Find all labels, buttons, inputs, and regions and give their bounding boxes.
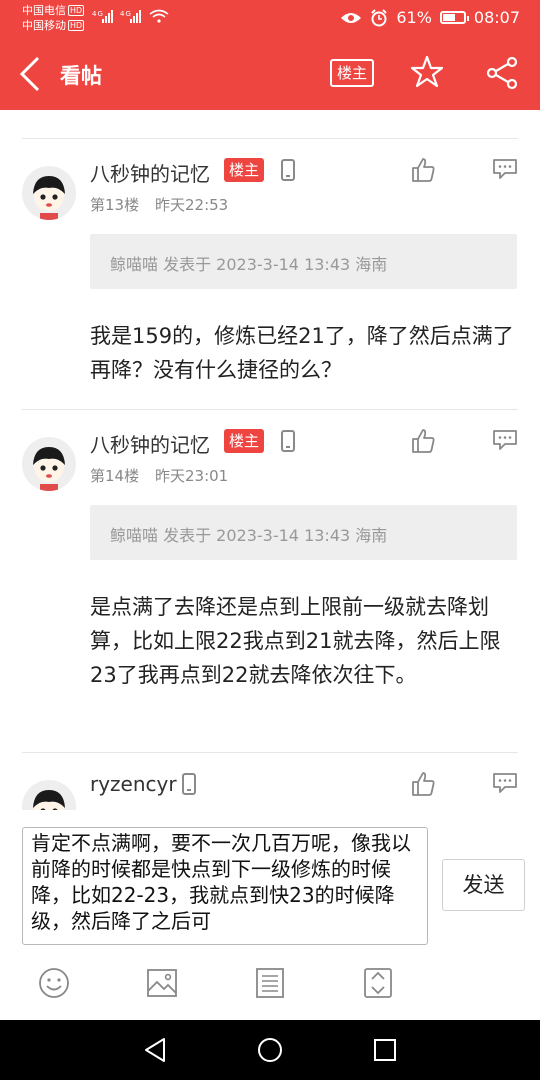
- svg-text:4G: 4G: [92, 10, 104, 18]
- mobile-icon: [281, 159, 295, 181]
- nav-home-icon[interactable]: [257, 1037, 283, 1063]
- signal-icons: 4G 4G: [92, 8, 172, 27]
- avatar[interactable]: [22, 780, 76, 810]
- thumbs-up-icon[interactable]: [410, 771, 436, 797]
- expand-icon[interactable]: [362, 967, 394, 999]
- only-op-button[interactable]: 楼主: [330, 59, 374, 87]
- divider: [22, 409, 518, 410]
- emoji-icon[interactable]: [38, 967, 70, 999]
- reply-input[interactable]: 肯定不点满啊，要不一次几百万呢，像我以前降的时候都是快点到下一级修炼的时候降，比…: [22, 827, 428, 945]
- carrier-1: 中国电信: [22, 4, 66, 17]
- page-title: 看帖: [60, 64, 102, 88]
- username[interactable]: 八秒钟的记忆: [90, 158, 210, 187]
- op-badge: 楼主: [224, 429, 265, 453]
- divider: [22, 138, 518, 139]
- op-badge: 楼主: [224, 158, 265, 182]
- post-time: 昨天23:01: [155, 467, 229, 485]
- carrier-2: 中国移动: [22, 19, 66, 32]
- hd-badge: HD: [68, 5, 85, 16]
- thumbs-up-icon[interactable]: [410, 428, 436, 454]
- mobile-icon: [182, 773, 196, 795]
- star-icon[interactable]: [410, 55, 444, 89]
- thumbs-up-icon[interactable]: [410, 157, 436, 183]
- avatar[interactable]: [22, 166, 76, 220]
- post-feed[interactable]: 八秒钟的记忆 楼主 第13楼 昨天22:53 鲸喵喵 发表于 2023-3-14…: [0, 110, 540, 810]
- list-icon[interactable]: [254, 967, 286, 999]
- svg-text:4G: 4G: [120, 10, 132, 18]
- post-time: 昨天22:53: [155, 196, 229, 214]
- divider: [22, 752, 518, 753]
- previous-post-tail: [90, 110, 450, 114]
- mobile-icon: [281, 430, 295, 452]
- eye-icon: [341, 12, 362, 23]
- clock: 08:07: [473, 8, 520, 27]
- quote-block[interactable]: 鲸喵喵 发表于 2023-3-14 13:43 海南: [90, 234, 517, 289]
- nav-recents-icon[interactable]: [372, 1037, 398, 1063]
- floor-number: 第13楼: [90, 196, 140, 214]
- avatar[interactable]: [22, 437, 76, 491]
- signal-icon: 4G 4G: [92, 9, 169, 23]
- battery-icon: [439, 11, 469, 24]
- username[interactable]: ryzencyr: [90, 772, 177, 796]
- battery-percent: 61%: [396, 8, 432, 27]
- alarm-icon: [371, 8, 388, 26]
- post-content: 是点满了去降还是点到上限前一级就去降划算，比如上限22我点到21就去降，然后上限…: [90, 595, 501, 687]
- chevron-left-icon[interactable]: [18, 56, 42, 92]
- comment-icon[interactable]: [492, 772, 518, 794]
- comment-icon[interactable]: [492, 158, 518, 180]
- carrier-info: 中国电信 HD 中国移动 HD: [22, 3, 85, 33]
- username[interactable]: 八秒钟的记忆: [90, 429, 210, 458]
- nav-back-icon[interactable]: [142, 1037, 168, 1063]
- floor-number: 第14楼: [90, 467, 140, 485]
- status-bar: 中国电信 HD 中国移动 HD 4G 4G 61% 08:07: [0, 0, 540, 38]
- app-bar: 看帖 楼主: [0, 38, 540, 110]
- share-icon[interactable]: [485, 56, 519, 90]
- post-content: 我是159的，修炼已经21了，降了然后点满了再降？没有什么捷径的么？: [90, 324, 514, 382]
- image-icon[interactable]: [146, 967, 178, 999]
- status-right: 61% 08:07: [340, 8, 520, 27]
- reply-composer: 肯定不点满啊，要不一次几百万呢，像我以前降的时候都是快点到下一级修炼的时候降，比…: [0, 810, 540, 1020]
- hd-badge: HD: [68, 20, 85, 31]
- quote-block[interactable]: 鲸喵喵 发表于 2023-3-14 13:43 海南: [90, 505, 517, 560]
- send-button[interactable]: 发送: [442, 859, 525, 911]
- comment-icon[interactable]: [492, 429, 518, 451]
- system-nav-bar: [0, 1020, 540, 1080]
